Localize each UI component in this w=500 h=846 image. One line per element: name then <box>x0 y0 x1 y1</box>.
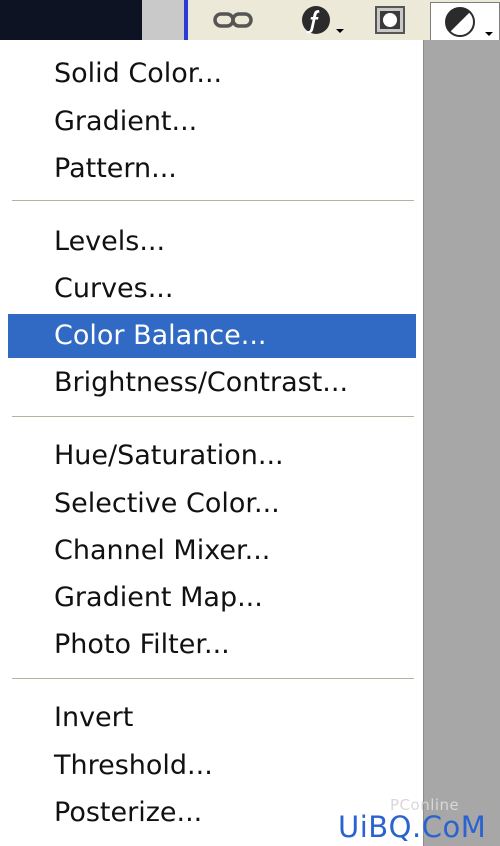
add-layer-mask-icon <box>374 5 406 35</box>
add-layer-mask-button[interactable] <box>368 3 412 37</box>
menu-item-pattern[interactable]: Pattern... <box>8 147 416 191</box>
menu-item-threshold[interactable]: Threshold... <box>8 744 416 788</box>
menu-item-gradient-map[interactable]: Gradient Map... <box>8 576 416 620</box>
menu-item-invert[interactable]: Invert <box>8 696 416 740</box>
watermark: UiBQ.CoM <box>338 810 487 844</box>
chevron-down-icon <box>336 29 344 33</box>
chevron-down-icon <box>485 32 493 36</box>
menu-item-selective-color[interactable]: Selective Color... <box>8 482 416 526</box>
menu-item-hue-saturation[interactable]: Hue/Saturation... <box>8 434 416 478</box>
layers-palette-toolbar <box>184 0 500 40</box>
menu-separator <box>12 678 414 680</box>
link-layers-button[interactable] <box>208 3 258 37</box>
new-fill-adjustment-layer-icon <box>443 5 477 39</box>
menu-separator <box>12 416 414 418</box>
menu-item-levels[interactable]: Levels... <box>8 220 416 264</box>
menu-item-curves[interactable]: Curves... <box>8 267 416 311</box>
menu-item-channel-mixer[interactable]: Channel Mixer... <box>8 529 416 573</box>
menu-separator <box>12 200 414 202</box>
menu-item-photo-filter[interactable]: Photo Filter... <box>8 623 416 667</box>
palette-scroll-area <box>142 0 184 40</box>
menu-item-solid-color[interactable]: Solid Color... <box>8 52 416 96</box>
menu-item-gradient[interactable]: Gradient... <box>8 100 416 144</box>
new-fill-adjustment-layer-button[interactable] <box>430 2 500 40</box>
canvas-area <box>0 0 142 40</box>
link-layers-icon <box>213 9 253 31</box>
fill-adjustment-layer-menu: Solid Color... Gradient... Pattern... Le… <box>0 40 424 846</box>
menu-item-color-balance[interactable]: Color Balance... <box>8 314 416 358</box>
menu-item-brightness-contrast[interactable]: Brightness/Contrast... <box>8 361 416 405</box>
add-layer-style-button[interactable] <box>292 3 344 37</box>
add-layer-style-icon <box>300 4 336 36</box>
